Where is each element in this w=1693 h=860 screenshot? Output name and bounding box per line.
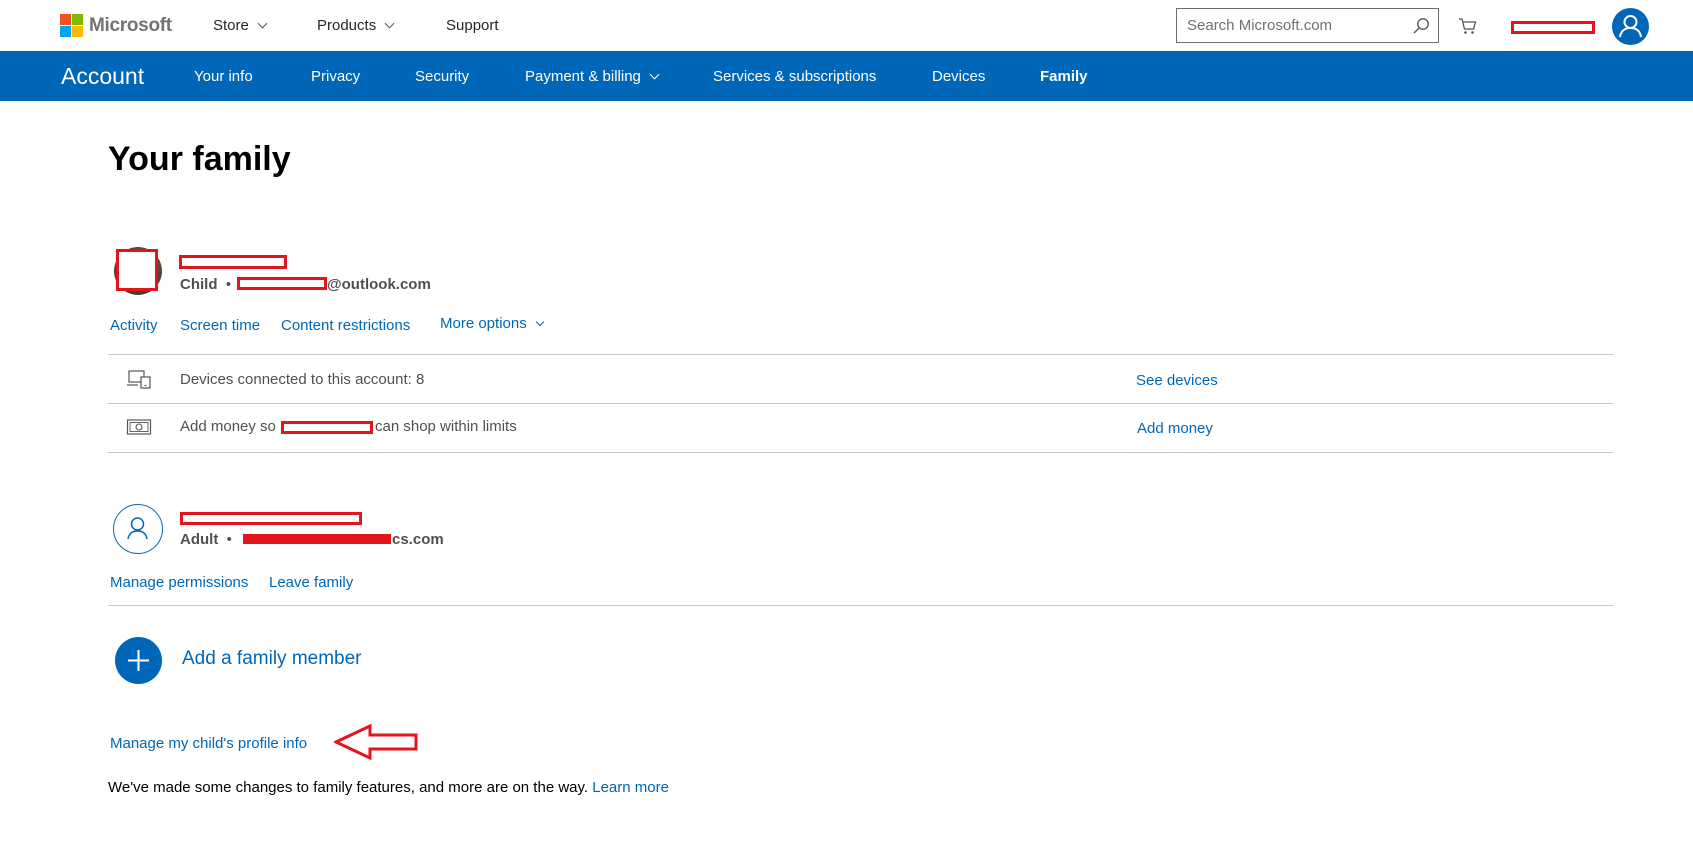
- adult-role-label: Adult: [180, 531, 219, 548]
- chevron-down-icon: [257, 18, 268, 29]
- nav-products[interactable]: Products: [317, 17, 395, 34]
- redacted-adult-email: [243, 534, 391, 544]
- cart-icon[interactable]: [1458, 16, 1478, 36]
- adult-avatar[interactable]: [113, 504, 163, 554]
- annotation-arrow-icon: [334, 724, 418, 760]
- tab-security[interactable]: Security: [415, 68, 469, 85]
- nav-store[interactable]: Store: [213, 17, 268, 34]
- devices-icon: [127, 370, 151, 389]
- redacted-username[interactable]: [1511, 21, 1595, 34]
- account-title[interactable]: Account: [61, 63, 144, 90]
- manage-permissions-link[interactable]: Manage permissions: [110, 574, 248, 591]
- microsoft-logo-icon: [60, 14, 83, 37]
- nav-support-label: Support: [446, 17, 499, 34]
- child-email-domain: @outlook.com: [327, 276, 431, 293]
- redacted-child-email: [237, 277, 327, 290]
- more-options-dropdown[interactable]: More options: [440, 315, 544, 332]
- separator-dot: •: [218, 531, 232, 548]
- nav-support[interactable]: Support: [446, 17, 499, 34]
- tab-label: Privacy: [311, 68, 361, 85]
- tab-family[interactable]: Family: [1040, 68, 1088, 85]
- divider: [108, 403, 1613, 404]
- search-box: [1176, 8, 1439, 43]
- activity-link[interactable]: Activity: [110, 317, 158, 334]
- learn-more-link[interactable]: Learn more: [592, 779, 669, 796]
- search-icon[interactable]: [1412, 17, 1430, 35]
- tab-services-subscriptions[interactable]: Services & subscriptions: [713, 68, 876, 85]
- tab-label: Your info: [194, 68, 253, 85]
- account-nav-bar: Account Your info Privacy Security Payme…: [0, 51, 1693, 101]
- brand-name: Microsoft: [89, 14, 172, 36]
- tab-your-info[interactable]: Your info: [194, 68, 253, 85]
- leave-family-link[interactable]: Leave family: [269, 574, 353, 591]
- tab-label: Devices: [932, 68, 986, 85]
- money-icon: [126, 419, 152, 435]
- add-money-link[interactable]: Add money: [1137, 420, 1213, 437]
- tab-privacy[interactable]: Privacy: [311, 68, 360, 85]
- search-input[interactable]: [1177, 9, 1402, 42]
- redacted-adult-name: [180, 512, 362, 525]
- separator-dot: •: [217, 276, 232, 293]
- divider: [108, 452, 1613, 453]
- add-money-suffix: can shop within limits: [375, 418, 517, 435]
- chevron-down-icon: [384, 18, 395, 29]
- account-avatar[interactable]: [1612, 8, 1649, 45]
- tab-label: Services & subscriptions: [713, 68, 877, 85]
- footer-note: We've made some changes to family featur…: [108, 779, 669, 796]
- redacted-child-name-inline: [281, 421, 373, 434]
- adult-role: Adult •: [180, 531, 232, 548]
- redacted-child-photo: [116, 249, 158, 291]
- microsoft-logo[interactable]: Microsoft: [60, 14, 172, 37]
- user-icon: [127, 517, 148, 540]
- adult-email-tail: cs.com: [392, 531, 444, 548]
- footer-text: We've made some changes to family featur…: [108, 779, 589, 796]
- nav-products-label: Products: [317, 17, 377, 34]
- child-role: Child •: [180, 276, 231, 293]
- add-family-member-link[interactable]: Add a family member: [182, 648, 362, 670]
- tab-payment-billing[interactable]: Payment & billing: [525, 68, 660, 85]
- redacted-child-name: [179, 255, 287, 269]
- page-title: Your family: [108, 140, 291, 178]
- divider: [108, 605, 1613, 606]
- plus-icon: [128, 650, 149, 671]
- manage-child-profile-link[interactable]: Manage my child's profile info: [110, 735, 307, 752]
- chevron-down-icon: [649, 69, 660, 80]
- child-role-label: Child: [180, 276, 218, 293]
- see-devices-link[interactable]: See devices: [1136, 372, 1218, 389]
- tab-label: Payment & billing: [525, 68, 641, 85]
- screen-time-link[interactable]: Screen time: [180, 317, 260, 334]
- add-member-button[interactable]: [115, 637, 162, 684]
- more-options-label: More options: [440, 315, 527, 332]
- content-restrictions-link[interactable]: Content restrictions: [281, 317, 410, 334]
- divider: [108, 354, 1613, 355]
- tab-label: Security: [415, 68, 470, 85]
- add-money-prefix: Add money so: [180, 418, 276, 435]
- tab-devices[interactable]: Devices: [932, 68, 985, 85]
- chevron-down-icon: [535, 317, 544, 326]
- nav-store-label: Store: [213, 17, 249, 34]
- tab-label: Family: [1040, 68, 1088, 85]
- devices-connected-text: Devices connected to this account: 8: [180, 371, 425, 388]
- user-icon: [1619, 15, 1642, 38]
- top-header: Microsoft Store Products Support: [0, 0, 1693, 51]
